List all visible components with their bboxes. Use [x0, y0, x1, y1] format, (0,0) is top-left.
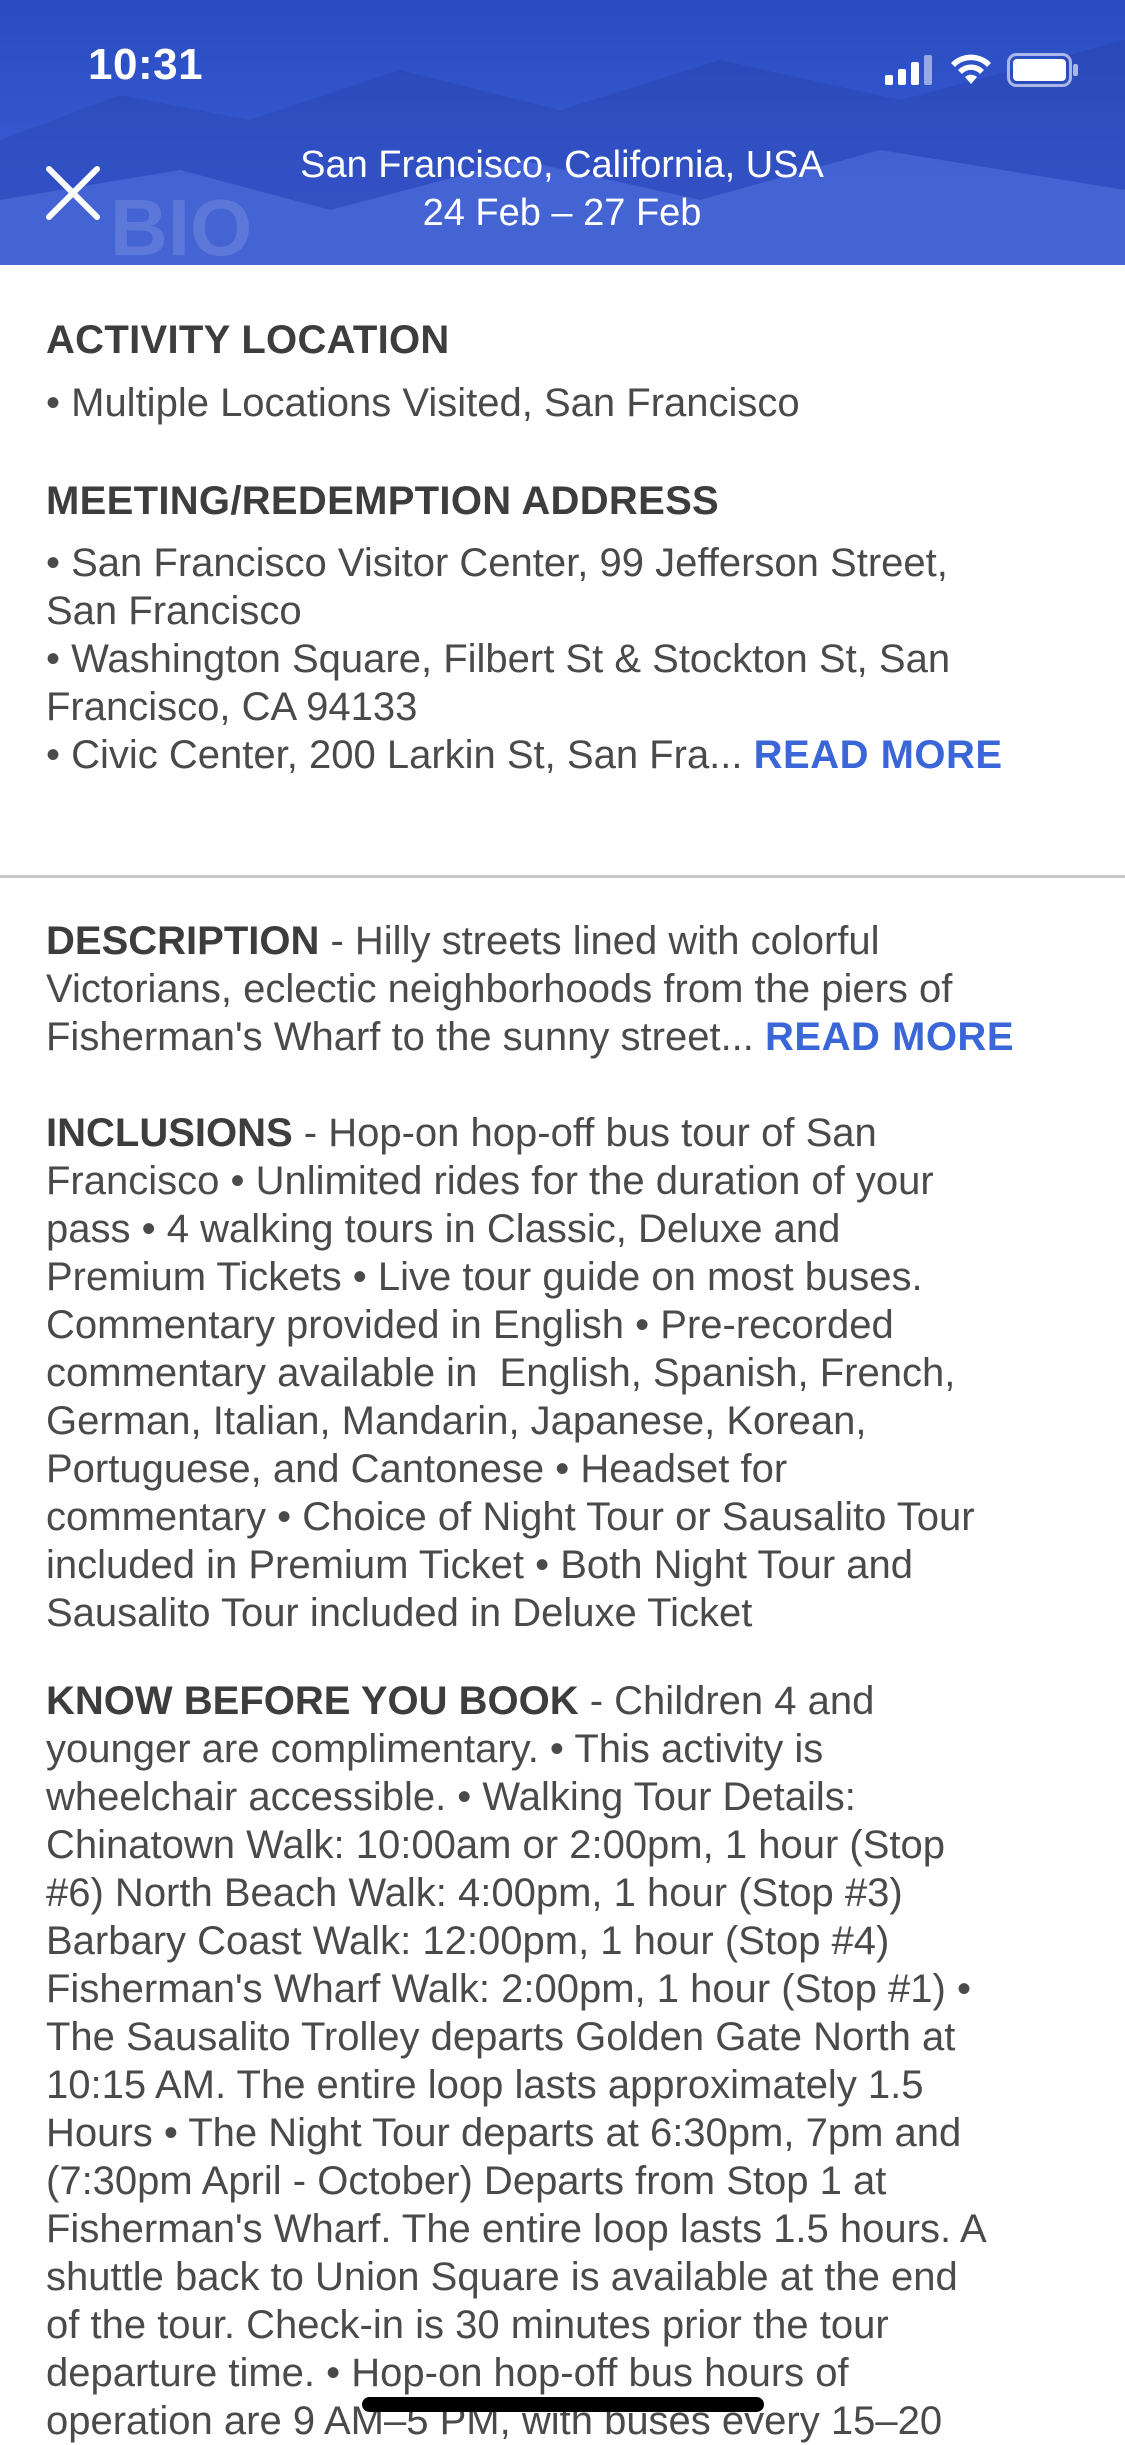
- know-before-line: shuttle back to Union Square is availabl…: [46, 2255, 958, 2299]
- know-before-paragraph: KNOW BEFORE YOU BOOK - Children 4 and yo…: [46, 1677, 1096, 2445]
- inclusions-line: Sausalito Tour included in Deluxe Ticket: [46, 1591, 753, 1635]
- signal-icon: [885, 55, 932, 85]
- description-text: Hilly streets lined with colorful: [354, 919, 880, 963]
- inclusions-separator: -: [292, 1111, 329, 1155]
- meeting-address-last-line: • Civic Center, 200 Larkin St, San Fra..…: [46, 731, 1086, 779]
- description-paragraph: DESCRIPTION - Hilly streets lined with c…: [46, 917, 1096, 1061]
- know-before-line: Fisherman's Wharf Walk: 2:00pm, 1 hour (…: [46, 1967, 971, 2011]
- know-before-label: KNOW BEFORE YOU BOOK: [46, 1679, 579, 1723]
- know-before-line: Barbary Coast Walk: 12:00pm, 1 hour (Sto…: [46, 1919, 890, 1963]
- wifi-icon: [951, 54, 991, 84]
- meeting-address-read-more[interactable]: READ MORE: [754, 733, 1003, 777]
- know-before-separator: -: [578, 1679, 615, 1723]
- know-before-line: 10:15 AM. The entire loop lasts approxim…: [46, 2063, 924, 2107]
- header-location: San Francisco, California, USA: [300, 144, 824, 186]
- meeting-address-line: • San Francisco Visitor Center, 99 Jeffe…: [46, 541, 948, 585]
- know-before-line: Chinatown Walk: 10:00am or 2:00pm, 1 hou…: [46, 1823, 945, 1867]
- know-before-line: Fisherman's Wharf. The entire loop lasts…: [46, 2207, 987, 2251]
- know-before-line: younger are complimentary. • This activi…: [46, 1727, 824, 1771]
- meeting-address-line: • Washington Square, Filbert St & Stockt…: [46, 637, 951, 681]
- status-bar: 10:31: [0, 0, 1125, 135]
- inclusions-line: Premium Tickets • Live tour guide on mos…: [46, 1255, 923, 1299]
- meeting-address-line: San Francisco: [46, 589, 302, 633]
- header-dates: 24 Feb – 27 Feb: [422, 192, 702, 234]
- meeting-address-line: • Civic Center, 200 Larkin St, San Fra..…: [46, 733, 743, 777]
- activity-location-section: ACTIVITY LOCATION: [46, 318, 1086, 363]
- description-read-more[interactable]: READ MORE: [765, 1015, 1014, 1059]
- inclusions-text: Hop-on hop-off bus tour of San: [328, 1111, 877, 1155]
- meeting-address-line: Francisco, CA 94133: [46, 685, 418, 729]
- battery-icon: [1007, 53, 1078, 87]
- activity-location-label: ACTIVITY LOCATION: [46, 318, 450, 362]
- know-before-line: departure time. • Hop-on hop-off bus hou…: [46, 2351, 849, 2395]
- inclusions-line: Francisco • Unlimited rides for the dura…: [46, 1159, 934, 1203]
- meeting-address-label: MEETING/REDEMPTION ADDRESS: [46, 479, 720, 523]
- inclusions-line: commentary available in English, Spanish…: [46, 1351, 956, 1395]
- know-before-line: of the tour. Check-in is 30 minutes prio…: [46, 2303, 889, 2347]
- inclusions-paragraph: INCLUSIONS - Hop-on hop-off bus tour of …: [46, 1109, 1096, 1637]
- description-label: DESCRIPTION: [46, 919, 320, 963]
- inclusions-label: INCLUSIONS: [46, 1111, 293, 1155]
- home-indicator[interactable]: [362, 2397, 764, 2412]
- know-before-line: #6) North Beach Walk: 4:00pm, 1 hour (St…: [46, 1871, 903, 1915]
- header-banner: BIO 10:31 San Francisco, California, USA…: [0, 0, 1125, 265]
- description-line: Victorians, eclectic neighborhoods from …: [46, 967, 953, 1011]
- activity-location-line: • Multiple Locations Visited, San Franci…: [46, 381, 800, 425]
- close-button[interactable]: [38, 158, 108, 228]
- status-time: 10:31: [88, 40, 204, 89]
- know-before-text: Children 4 and: [614, 1679, 875, 1723]
- know-before-line: KNOW BEFORE YOU BOOK - Children 4 and: [46, 1677, 1096, 1725]
- inclusions-line: Commentary provided in English • Pre-rec…: [46, 1303, 894, 1347]
- inclusions-line: German, Italian, Mandarin, Japanese, Kor…: [46, 1399, 867, 1443]
- description-line: DESCRIPTION - Hilly streets lined with c…: [46, 917, 1096, 965]
- inclusions-line: commentary • Choice of Night Tour or Sau…: [46, 1495, 975, 1539]
- status-icons: [885, 50, 1079, 90]
- description-separator: -: [319, 919, 355, 963]
- inclusions-line: included in Premium Ticket • Both Night …: [46, 1543, 914, 1587]
- inclusions-line: pass • 4 walking tours in Classic, Delux…: [46, 1207, 841, 1251]
- know-before-line: wheelchair accessible. • Walking Tour De…: [46, 1775, 856, 1819]
- section-divider: [0, 875, 1125, 878]
- know-before-line: The Sausalito Trolley departs Golden Gat…: [46, 2015, 956, 2059]
- inclusions-line: Portuguese, and Cantonese • Headset for: [46, 1447, 788, 1491]
- know-before-line: Hours • The Night Tour departs at 6:30pm…: [46, 2111, 962, 2155]
- inclusions-line: INCLUSIONS - Hop-on hop-off bus tour of …: [46, 1109, 1096, 1157]
- meeting-address-section: MEETING/REDEMPTION ADDRESS: [46, 479, 1086, 524]
- description-line: Fisherman's Wharf to the sunny street...…: [46, 1013, 1096, 1061]
- know-before-line: (7:30pm April - October) Departs from St…: [46, 2159, 887, 2203]
- close-icon: [46, 166, 100, 220]
- description-text: Fisherman's Wharf to the sunny street...: [46, 1015, 754, 1059]
